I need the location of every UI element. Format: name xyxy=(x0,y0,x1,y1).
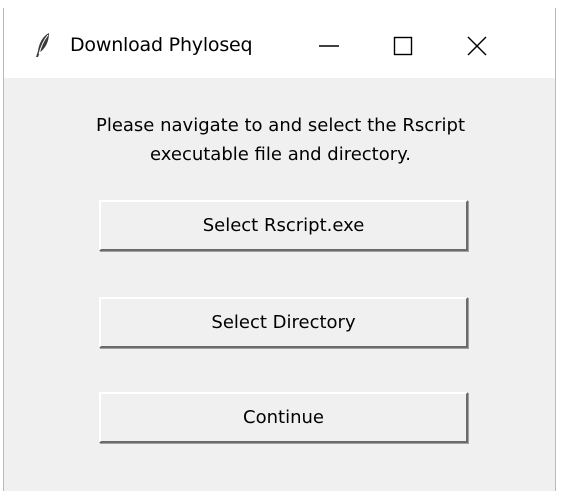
instruction-message: Please navigate to and select the Rscrip… xyxy=(0,111,561,169)
message-line-2: executable file and directory. xyxy=(150,144,411,165)
title-bar[interactable]: Download Phyloseq xyxy=(4,8,555,79)
maximize-icon xyxy=(392,35,414,61)
feather-icon xyxy=(34,32,52,58)
minimize-icon xyxy=(318,35,340,61)
message-line-1: Please navigate to and select the Rscrip… xyxy=(95,115,466,136)
maximize-button[interactable] xyxy=(368,18,438,78)
continue-button[interactable]: Continue xyxy=(99,392,468,443)
close-button[interactable] xyxy=(442,18,512,78)
close-icon xyxy=(466,35,488,61)
window-title: Download Phyloseq xyxy=(70,34,253,56)
select-directory-button[interactable]: Select Directory xyxy=(99,297,468,348)
select-rscript-button[interactable]: Select Rscript.exe xyxy=(99,200,468,251)
minimize-button[interactable] xyxy=(294,18,364,78)
